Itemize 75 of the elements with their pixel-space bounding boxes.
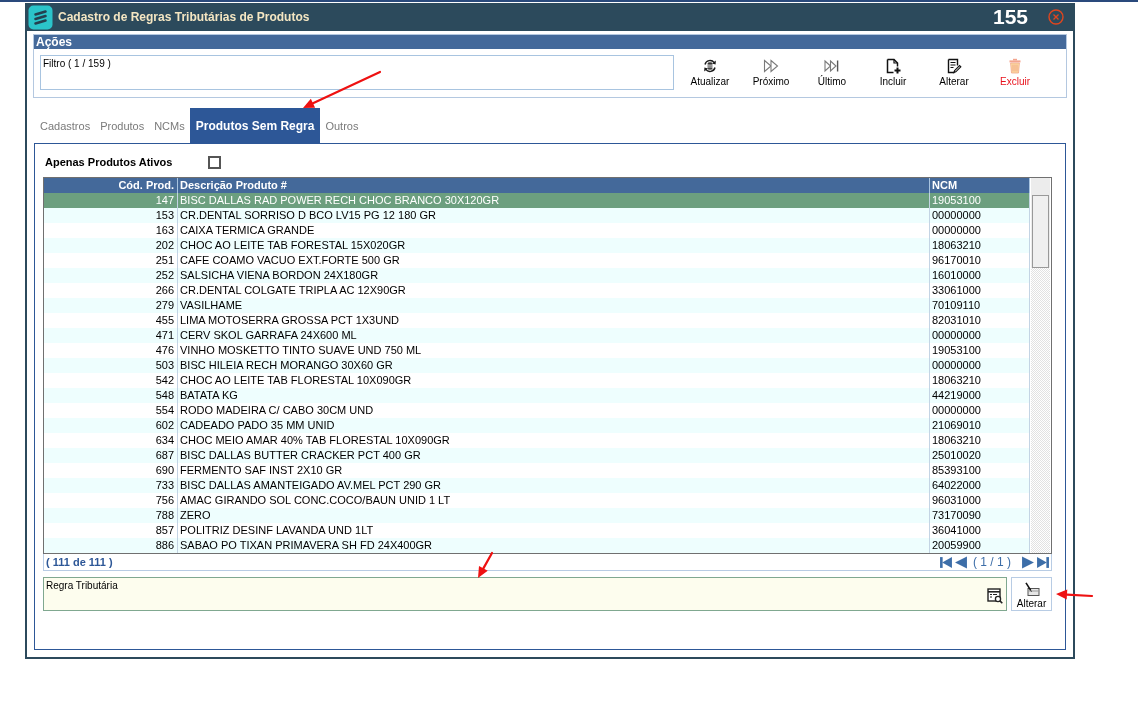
table-cell: 153 <box>44 208 178 223</box>
table-cell: 503 <box>44 358 178 373</box>
record-count: ( 111 de 111 ) <box>46 556 113 568</box>
toolbar-button[interactable]: Alterar <box>924 55 984 89</box>
table-cell: 548 <box>44 388 178 403</box>
scrollbar[interactable] <box>1030 178 1050 553</box>
scrollbar-thumb[interactable] <box>1032 195 1049 268</box>
table-row[interactable]: 602 CADEADO PADO 35 MM UNID 21069010 <box>44 418 1030 433</box>
next-page-icon[interactable] <box>1022 555 1034 569</box>
trash-icon <box>1007 58 1023 74</box>
table-row[interactable]: 252 SALSICHA VIENA BORDON 24X180GR 16010000 <box>44 268 1030 283</box>
checkbox[interactable] <box>208 155 222 169</box>
last-page-icon[interactable] <box>1037 555 1049 569</box>
table-row[interactable]: 548 BATATA KG 44219000 <box>44 388 1030 403</box>
toolbar-button[interactable]: Excluir <box>985 55 1045 89</box>
table-cell: ZERO <box>178 508 930 523</box>
checkbox-label: Apenas Produtos Ativos <box>45 156 173 168</box>
window-title: Cadastro de Regras Tributárias de Produtos <box>58 10 310 24</box>
tab[interactable]: NCMs <box>149 108 190 143</box>
table-cell: SALSICHA VIENA BORDON 24X180GR <box>178 268 930 283</box>
tab[interactable]: Outros <box>320 108 364 143</box>
table-cell: BISC DALLAS BUTTER CRACKER PCT 400 GR <box>178 448 930 463</box>
toolbar-button[interactable]: Atualizar <box>680 55 740 89</box>
rule-field[interactable]: Regra Tributária <box>43 577 1007 611</box>
previous-page-icon[interactable] <box>955 555 967 569</box>
toolbar-button[interactable]: Incluir <box>863 55 923 89</box>
table-cell: 279 <box>44 298 178 313</box>
annotation-arrow <box>478 551 494 578</box>
table-row[interactable]: 687 BISC DALLAS BUTTER CRACKER PCT 400 GR 25010020 <box>44 448 1030 463</box>
table-row[interactable]: 279 VASILHAME 70109110 <box>44 298 1030 313</box>
table-cell: CADEADO PADO 35 MM UNID <box>178 418 930 433</box>
tab[interactable]: Produtos Sem Regra <box>189 108 321 143</box>
edit-button[interactable]: Alterar <box>1011 577 1052 611</box>
table-cell: 886 <box>44 538 178 553</box>
record-number: 155 <box>992 5 1028 29</box>
table-cell: 788 <box>44 508 178 523</box>
field-label: Regra Tributária <box>45 579 118 593</box>
table-row[interactable]: 503 BISC HILEIA RECH MORANGO 30X60 GR 00000000 <box>44 358 1030 373</box>
table-cell: 687 <box>44 448 178 463</box>
table-cell: CERV SKOL GARRAFA 24X600 ML <box>178 328 930 343</box>
tab[interactable]: Cadastros <box>35 108 96 143</box>
page-indicator: ( 1 / 1 ) <box>973 555 1011 569</box>
list-search-icon[interactable] <box>987 588 1003 604</box>
tab[interactable]: Produtos <box>95 108 150 143</box>
table-row[interactable]: 886 SABAO PO TIXAN PRIMAVERA SH FD 24X400GR 20059900 <box>44 538 1030 553</box>
panel-title: Ações <box>34 35 1066 49</box>
toolbar-button[interactable]: Último <box>802 55 862 89</box>
table-cell: CR.DENTAL SORRISO D BCO LV15 PG 12 180 GR <box>178 208 930 223</box>
table-cell: 733 <box>44 478 178 493</box>
table-cell: 602 <box>44 418 178 433</box>
table-cell: BISC HILEIA RECH MORANGO 30X60 GR <box>178 358 930 373</box>
table-cell: 202 <box>44 238 178 253</box>
table-row[interactable]: 471 CERV SKOL GARRAFA 24X600 ML 00000000 <box>44 328 1030 343</box>
skip-to-end-icon <box>824 58 840 74</box>
table-cell: VASILHAME <box>178 298 930 313</box>
filter-panel: Filtro ( 1 / 159 ) <box>40 55 674 90</box>
table-row[interactable]: 202 CHOC AO LEITE TAB FORESTAL 15X020GR 18063210 <box>44 238 1030 253</box>
table-row[interactable]: 733 BISC DALLAS AMANTEIGADO AV.MEL PCT 290 GR 64022000 <box>44 478 1030 493</box>
table-cell: 252 <box>44 268 178 283</box>
refresh-icon <box>702 58 718 74</box>
table-cell: 471 <box>44 328 178 343</box>
table-row[interactable]: 153 CR.DENTAL SORRISO D BCO LV15 PG 12 180 GR 00000000 <box>44 208 1030 223</box>
toolbar-button[interactable]: Próximo <box>741 55 801 89</box>
first-page-icon[interactable] <box>940 555 952 569</box>
table-cell: BATATA KG <box>178 388 930 403</box>
table-row[interactable]: 788 ZERO 73170090 <box>44 508 1030 523</box>
logo-icon <box>28 4 53 30</box>
annotation-arrow <box>1056 589 1094 600</box>
table-cell: SABAO PO TIXAN PRIMAVERA SH FD 24X400GR <box>178 538 930 553</box>
add-document-icon <box>885 58 901 74</box>
fast-forward-icon <box>763 58 779 74</box>
edit-document-icon <box>946 58 962 74</box>
table-cell: BISC DALLAS AMANTEIGADO AV.MEL PCT 290 GR <box>178 478 930 493</box>
pencil-card-icon <box>1023 582 1040 596</box>
table-cell: CHOC AO LEITE TAB FORESTAL 15X020GR <box>178 238 930 253</box>
